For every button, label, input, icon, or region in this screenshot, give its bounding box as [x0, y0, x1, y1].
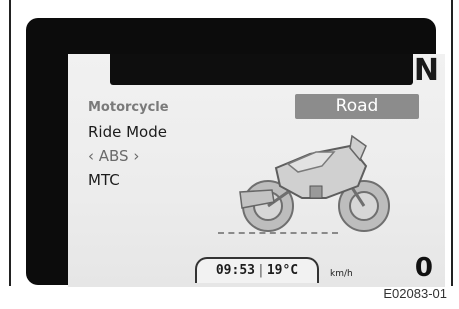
clock-temp-bar: 09:53 | 19°C [195, 257, 319, 283]
tft-screen: N Motorcycle Ride Mode ‹ ABS › MTC Road [68, 54, 445, 287]
clock-readout: 09:53 [215, 263, 255, 278]
menu-header: Motorcycle [88, 100, 169, 115]
ride-mode-value: Road [295, 94, 419, 119]
top-status-bar [110, 54, 413, 85]
settings-menu: Motorcycle Ride Mode ‹ ABS › MTC [88, 96, 169, 192]
instrument-cluster: N Motorcycle Ride Mode ‹ ABS › MTC Road [26, 18, 445, 287]
motorcycle-image [239, 134, 390, 232]
speed-unit: km/h [330, 269, 353, 279]
figure-code: E02083-01 [383, 286, 447, 301]
ground-dashed-line [218, 232, 338, 234]
temperature-readout: 19°C [266, 263, 299, 278]
menu-item-ride-mode[interactable]: Ride Mode [88, 120, 169, 144]
menu-item-mtc[interactable]: MTC [88, 168, 169, 192]
gear-indicator: N [413, 54, 439, 88]
speed-readout: 0 [414, 253, 433, 283]
menu-item-abs[interactable]: ‹ ABS › [88, 144, 169, 168]
